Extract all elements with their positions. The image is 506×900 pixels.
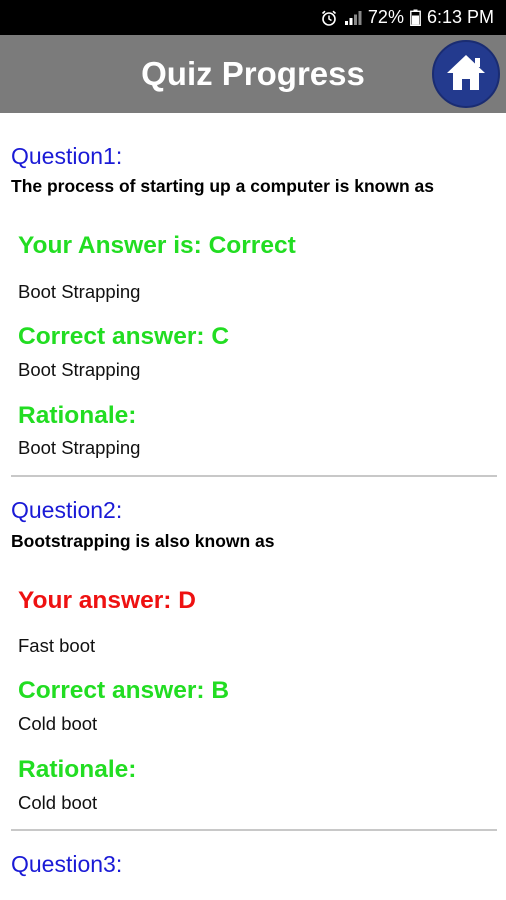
correct-answer-heading: Correct answer: B <box>18 677 230 704</box>
your-answer-heading: Your Answer is: Correct <box>18 232 296 259</box>
status-bar: 72% 6:13 PM <box>0 0 506 35</box>
home-icon <box>445 52 487 97</box>
your-answer-heading: Your answer: D <box>18 587 196 614</box>
question-text: Bootstrapping is also known as <box>11 531 275 551</box>
alarm-icon <box>320 9 338 27</box>
home-button[interactable] <box>432 40 500 108</box>
your-answer-text: Boot Strapping <box>18 281 141 302</box>
divider <box>11 829 497 831</box>
clock-time: 6:13 PM <box>426 7 494 27</box>
rationale-heading: Rationale: <box>18 402 137 429</box>
page-title: Quiz Progress <box>141 55 365 92</box>
signal-icon <box>344 10 362 26</box>
divider <box>11 475 497 477</box>
battery-icon <box>410 9 421 26</box>
rationale-text: Cold boot <box>18 792 98 813</box>
question-label: Question2: <box>11 497 123 523</box>
rationale-text: Boot Strapping <box>18 437 141 458</box>
question-text: The process of starting up a computer is… <box>11 176 434 196</box>
rationale-heading: Rationale: <box>18 756 137 783</box>
correct-answer-heading: Correct answer: C <box>18 323 230 350</box>
your-answer-text: Fast boot <box>18 635 96 656</box>
correct-answer-text: Boot Strapping <box>18 359 141 380</box>
battery-percent: 72% <box>367 7 404 27</box>
correct-answer-text: Cold boot <box>18 713 98 734</box>
question-label: Question3: <box>11 851 123 877</box>
app-bar: Quiz Progress <box>0 35 506 113</box>
question-label: Question1: <box>11 143 123 169</box>
